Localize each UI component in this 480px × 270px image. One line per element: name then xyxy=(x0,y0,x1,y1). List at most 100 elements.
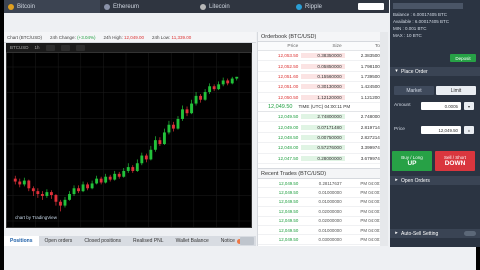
cell-size: 0.01000000 xyxy=(318,190,342,196)
tab-ethereum[interactable]: Ethereum xyxy=(100,0,196,13)
price-stepper[interactable]: ± xyxy=(464,126,474,134)
indicators-button[interactable] xyxy=(60,44,70,51)
candle-body xyxy=(167,124,171,133)
ask-row[interactable]: 12,052.50 0.05850000 1.79810000 xyxy=(258,61,388,72)
candle-body xyxy=(59,201,62,206)
trading-app: Bitcoin Ethereum Litecoin Ripple Chart (… xyxy=(4,0,480,270)
trade-row[interactable]: 12,049.50 0.01000000 PM 04:00:11 xyxy=(258,226,388,236)
cell-size: 0.01000000 xyxy=(318,227,342,233)
candle-body xyxy=(126,167,130,171)
chart-symbol: BTCUSD xyxy=(10,45,29,50)
cell-size: 0.02000000 xyxy=(318,208,342,214)
cell-price: 12,050.50 xyxy=(277,94,299,100)
ask-row[interactable]: 12,053.50 0.38350000 2.38350000 xyxy=(258,51,388,62)
ethereum-icon xyxy=(104,3,110,10)
bid-row[interactable]: 12,048.50 0.00750000 2.82721480 xyxy=(258,133,388,144)
spread-row: 12,049.50 TIME (UTC) 04:00:11 PM xyxy=(258,103,388,112)
tab-market[interactable]: Market xyxy=(394,86,434,95)
scrollbar[interactable] xyxy=(380,32,388,246)
recent-trades-panel: Recent Trades (BTC/USD) 12,049.50 0.28117… xyxy=(257,168,388,246)
tab-wallet-balance[interactable]: Wallet Balance xyxy=(170,236,215,246)
cell-size: 0.15560000 xyxy=(301,73,345,79)
candle-body xyxy=(99,178,103,183)
amount-unit-button[interactable]: ▾ xyxy=(464,102,474,110)
low-stat: 24h Low: 11,339.00 xyxy=(152,35,191,40)
cell-size: 0.28117637 xyxy=(318,180,342,186)
tab-realised-pnl[interactable]: Realised PNL xyxy=(127,236,170,246)
candle-body xyxy=(77,188,80,192)
trade-row[interactable]: 12,049.50 0.01000000 PM 04:00:11 xyxy=(258,198,388,208)
candle-body xyxy=(31,188,35,192)
deposit-button[interactable]: Deposit xyxy=(450,54,476,62)
candle-body xyxy=(212,86,216,90)
collapse-button[interactable] xyxy=(240,237,254,245)
buy-up-button[interactable]: Buy / Long UP xyxy=(392,151,432,171)
sell-down-button[interactable]: Sell / Short DOWN xyxy=(435,151,475,171)
last-price: 12,049.50 xyxy=(268,103,293,110)
trade-row[interactable]: 12,049.50 0.03000000 PM 04:00:11 xyxy=(258,235,388,245)
low-value: 11,339.00 xyxy=(171,34,192,40)
trade-row[interactable]: 12,049.50 0.02000000 PM 04:00:11 xyxy=(258,207,388,217)
account-info: Balance : 6.00017405 BTC Available : 6.0… xyxy=(390,0,480,51)
tab-bitcoin[interactable]: Bitcoin xyxy=(4,0,100,13)
cell-price: 12,052.50 xyxy=(277,63,299,69)
buy-action: UP xyxy=(407,160,417,167)
cell-size: 0.05850000 xyxy=(301,63,345,69)
change-stat: 24h Change: (+3.04%) xyxy=(50,35,95,40)
low-label: 24h Low: xyxy=(152,34,171,40)
tab-ripple[interactable]: Ripple xyxy=(292,0,388,13)
candle-body xyxy=(68,194,71,200)
auto-sell-toggle[interactable] xyxy=(464,231,476,236)
settings-button[interactable] xyxy=(75,44,85,51)
ask-row[interactable]: 12,051.60 0.15560000 1.73950000 xyxy=(258,72,388,83)
ask-row[interactable]: 12,051.00 0.30130000 1.42450000 xyxy=(258,82,388,93)
cell-price: 12,051.00 xyxy=(277,84,299,90)
orderbook-header: Price Size Total xyxy=(258,42,388,51)
tab-closed-positions[interactable]: Closed positions xyxy=(78,236,127,246)
bid-row[interactable]: 12,049.00 0.07171480 2.81971480 xyxy=(258,122,388,133)
tab-limit[interactable]: Limit xyxy=(436,86,476,95)
orderbook-panel: Orderbook (BTC/USD) Price Size Total 12,… xyxy=(257,32,388,168)
price-chart[interactable]: chart by TradingView xyxy=(6,52,252,228)
cell-price: 12,047.50 xyxy=(277,155,299,161)
cell-price: 12,048.50 xyxy=(277,134,299,140)
candle-body xyxy=(194,95,198,104)
cell-price: 12,049.50 xyxy=(278,190,299,196)
bid-row[interactable]: 12,047.50 0.28000000 3.67997480 xyxy=(258,154,388,164)
account-email xyxy=(393,3,463,9)
candle-body xyxy=(135,163,139,171)
price-label: Price xyxy=(394,127,405,132)
tab-positions[interactable]: Positions xyxy=(4,236,39,246)
tab-open-orders[interactable]: Open orders xyxy=(39,236,79,246)
tab-litecoin[interactable]: Litecoin xyxy=(196,0,292,13)
candle-body xyxy=(113,173,117,180)
trade-row[interactable]: 12,049.50 0.02000000 PM 04:00:11 xyxy=(258,217,388,226)
bid-row[interactable]: 12,048.00 0.57276000 3.39997480 xyxy=(258,143,388,154)
candle-body xyxy=(203,92,207,100)
cell-size: 0.28000000 xyxy=(301,155,345,161)
candle-body xyxy=(13,178,17,182)
exchange-dropdown[interactable] xyxy=(358,3,384,10)
max-order: MAX : 10 BTC xyxy=(393,33,422,38)
candle-type-button[interactable] xyxy=(45,44,55,51)
cell-size: 2.74800000 xyxy=(301,114,345,120)
candle-body xyxy=(217,84,221,90)
trade-row[interactable]: 12,049.50 0.01000000 PM 04:00:11 xyxy=(258,188,388,198)
chart-interval[interactable]: 1h xyxy=(35,45,40,50)
order-panel: Balance : 6.00017405 BTC Available : 6.0… xyxy=(390,0,480,247)
ripple-icon xyxy=(296,3,302,10)
recent-trades-title: Recent Trades (BTC/USD) xyxy=(258,169,388,179)
high-value: 12,049.00 xyxy=(123,34,145,40)
trade-row[interactable]: 12,049.50 0.28117637 PM 04:00:11 xyxy=(258,179,388,189)
amount-input[interactable]: 0.0005 xyxy=(421,102,461,110)
open-orders-header[interactable]: ▸ Open Orders xyxy=(390,176,480,185)
cell-size: 0.03000000 xyxy=(318,237,342,243)
place-order-header[interactable]: ▾ Place Order xyxy=(390,67,480,76)
tab-notice-label: Notice xyxy=(220,238,235,244)
candle-body xyxy=(149,149,153,160)
candle-body xyxy=(131,167,135,171)
bid-row[interactable]: 12,049.50 2.74800000 2.74800000 xyxy=(258,112,388,123)
candle-body xyxy=(117,173,121,177)
price-input[interactable]: 12,049.50 xyxy=(421,126,461,134)
ask-row[interactable]: 12,050.50 1.12120000 1.12120000 xyxy=(258,93,388,103)
